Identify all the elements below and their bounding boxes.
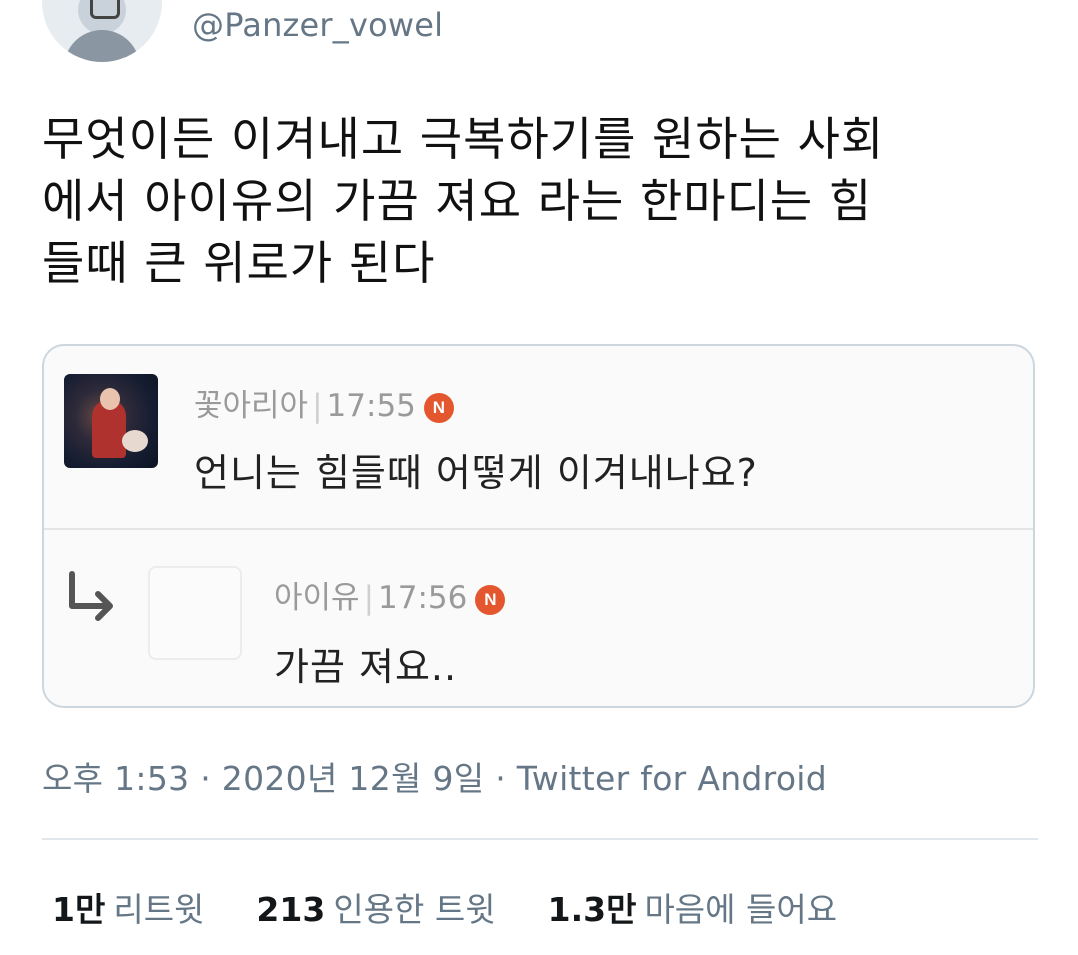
reply-time: 17:56	[378, 580, 468, 616]
user-handle[interactable]: @Panzer_vowel	[192, 6, 443, 44]
n-badge-icon: N	[423, 393, 454, 423]
stat-label: 리트윗	[113, 890, 205, 929]
reply-photo-placeholder	[148, 566, 242, 660]
comment-meta: 꽃아리아 | 17:55 N	[194, 380, 454, 425]
tweet-stats: 1만 리트윗 213 인용한 트윗 1.3만 마음에 들어요	[52, 883, 889, 931]
tweet-timestamp[interactable]: 오후 1:53 · 2020년 12월 9일 · Twitter for And…	[42, 752, 827, 800]
reply-author: 아이유	[274, 580, 360, 616]
avatar-glasses-shape	[90, 0, 120, 19]
card-divider	[44, 528, 1033, 530]
avatar-body-shape	[64, 30, 140, 62]
stat-count: 213	[256, 890, 326, 929]
meta-separator: |	[312, 388, 323, 424]
footer-divider	[42, 838, 1038, 840]
stat-count: 1만	[52, 890, 106, 929]
reply-arrow-icon	[69, 571, 113, 621]
stat-quote-tweets[interactable]: 213 인용한 트윗	[256, 883, 495, 931]
comment-time: 17:55	[326, 388, 416, 424]
tweet-page: @Panzer_vowel 무엇이든 이겨내고 극복하기를 원하는 사회 에서 …	[0, 0, 1078, 955]
tweet-text: 무엇이든 이겨내고 극복하기를 원하는 사회 에서 아이유의 가끔 져요 라는 …	[42, 112, 885, 290]
photo-face-shape	[100, 388, 120, 410]
meta-separator: |	[363, 580, 375, 616]
profile-avatar[interactable]	[42, 0, 162, 62]
embedded-image-card[interactable]: 꽃아리아 | 17:55 N 언니는 힘들때 어떻게 이겨내나요? 아이유 | 17:56…	[42, 344, 1035, 708]
stat-count: 1.3만	[547, 890, 637, 929]
photo-flowers-shape	[122, 430, 148, 452]
reply-meta: 아이유 | 17:56 N	[274, 572, 506, 617]
stat-likes[interactable]: 1.3만 마음에 들어요	[548, 883, 837, 931]
n-badge-icon: N	[475, 585, 506, 615]
stat-label: 인용한 트윗	[333, 890, 496, 929]
comment-author: 꽃아리아	[194, 388, 309, 424]
reply-text: 가끔 져요..	[274, 645, 458, 689]
commenter-photo	[64, 374, 158, 468]
stat-retweets[interactable]: 1만 리트윗	[52, 883, 204, 931]
stat-label: 마음에 들어요	[644, 890, 838, 929]
comment-text: 언니는 힘들때 어떻게 이겨내나요?	[194, 451, 758, 495]
